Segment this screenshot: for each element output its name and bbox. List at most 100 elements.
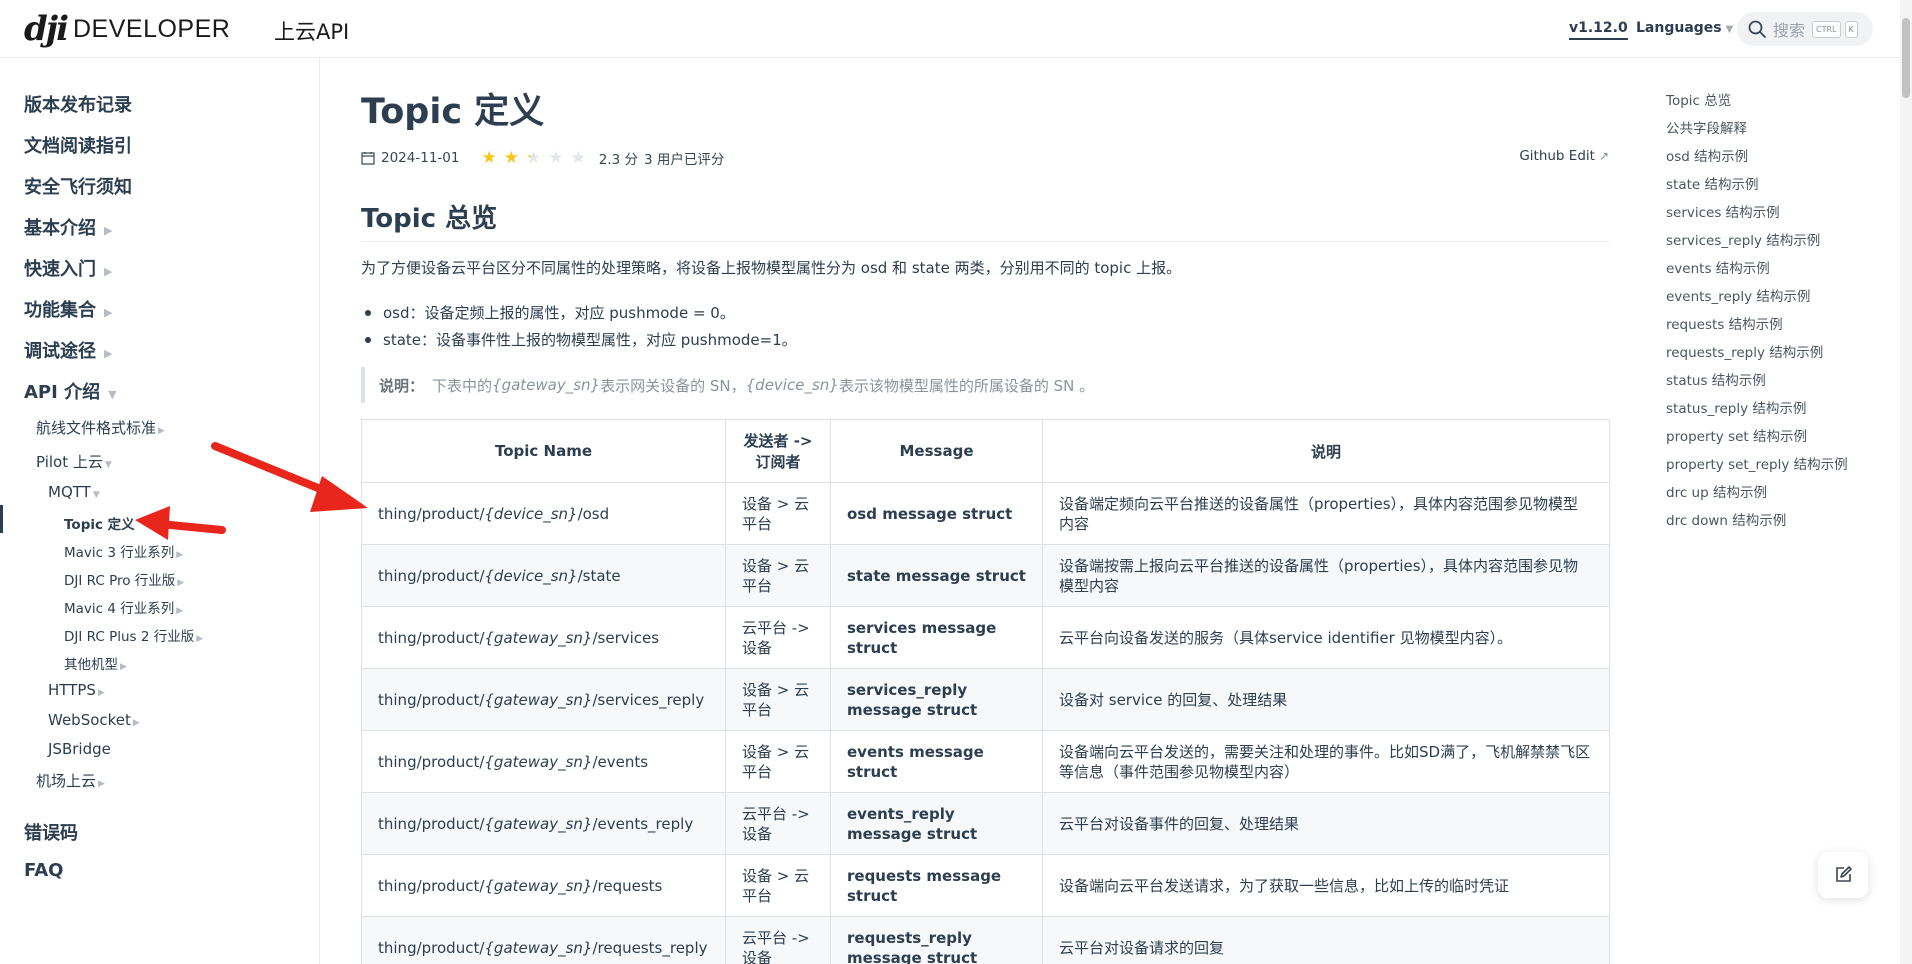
sidebar-item-mavic4[interactable]: Mavic 4 行业系列 ▶ [64, 597, 183, 617]
github-edit-link[interactable]: Github Edit ↗ [1519, 148, 1609, 164]
table-of-contents: Topic 总览 公共字段解释 osd 结构示例 state 结构示例 services… [1666, 90, 1848, 538]
sidebar-item-label: WebSocket [48, 711, 131, 729]
sidebar-item-label: HTTPS [48, 681, 96, 699]
toc-item[interactable]: osd 结构示例 [1666, 146, 1848, 174]
toc-item[interactable]: drc down 结构示例 [1666, 510, 1848, 538]
direction-cell: 设备 > 云平台 [725, 730, 831, 793]
note-text: 下表中的 [432, 376, 493, 395]
version-link[interactable]: v1.12.0 [1569, 20, 1628, 40]
list-item: state：设备事件性上报的物模型属性，对应 pushmode=1。 [361, 326, 797, 353]
toc-item[interactable]: requests_reply 结构示例 [1666, 342, 1848, 370]
toc-item[interactable]: services 结构示例 [1666, 202, 1848, 230]
sidebar-item-quick-start[interactable]: 快速入门 ▶ [24, 255, 112, 281]
toc-item[interactable]: state 结构示例 [1666, 174, 1848, 202]
section-title: Topic 总览 [361, 198, 1609, 242]
page-scrollbar[interactable] [1900, 0, 1912, 964]
direction-cell: 设备 > 云平台 [725, 668, 831, 731]
scrollbar-thumb[interactable] [1902, 18, 1910, 98]
note-block: 说明： 下表中的 {gateway_sn} 表示网关设备的 SN， {devic… [361, 367, 1609, 403]
message-cell[interactable]: requests_reply message struct [830, 916, 1043, 964]
toc-item[interactable]: property set_reply 结构示例 [1666, 454, 1848, 482]
message-cell[interactable]: services_reply message struct [830, 668, 1043, 731]
toc-item[interactable]: drc up 结构示例 [1666, 482, 1848, 510]
chevron-right-icon: ▶ [104, 265, 113, 278]
sidebar-item-reading-guide[interactable]: 文档阅读指引 [24, 132, 132, 158]
sidebar-item-release-notes[interactable]: 版本发布记录 [24, 91, 132, 117]
sidebar-item-label: 基本介绍 [24, 218, 96, 239]
header-direction: 发送者 -> 订阅者 [725, 419, 831, 483]
sidebar-item-error-codes[interactable]: 错误码 [24, 819, 78, 845]
toc-item[interactable]: events_reply 结构示例 [1666, 286, 1848, 314]
sidebar-item-rc-plus2[interactable]: DJI RC Plus 2 行业版 ▶ [64, 625, 203, 645]
toc-item[interactable]: services_reply 结构示例 [1666, 230, 1848, 258]
direction-cell: 设备 > 云平台 [725, 854, 831, 917]
toc-item[interactable]: Topic 总览 [1666, 90, 1848, 118]
sidebar-item-websocket[interactable]: WebSocket ▶ [48, 711, 140, 729]
cloud-api-link[interactable]: 上云API [274, 16, 349, 46]
header-description: 说明 [1042, 419, 1610, 483]
dji-developer-logo[interactable]: dji DEVELOPER [24, 12, 230, 46]
sidebar-item-pilot[interactable]: Pilot 上云 ▼ [36, 451, 112, 472]
chevron-right-icon: ▶ [98, 779, 105, 789]
active-indicator [0, 505, 3, 533]
languages-dropdown[interactable]: Languages ▼ [1636, 20, 1733, 36]
description-cell: 云平台向设备发送的服务（具体service identifier 见物模型内容）… [1042, 606, 1610, 669]
table-row: thing/product/{gateway_sn}/events 设备 > 云平… [361, 730, 1610, 793]
toc-item[interactable]: requests 结构示例 [1666, 314, 1848, 342]
languages-label: Languages [1636, 20, 1722, 36]
search-placeholder: 搜索 [1773, 21, 1806, 40]
star-icon[interactable]: ★ [504, 148, 519, 168]
direction-cell: 云平台 -> 设备 [725, 606, 831, 669]
toc-item[interactable]: events 结构示例 [1666, 258, 1848, 286]
toc-item[interactable]: 公共字段解释 [1666, 118, 1848, 146]
sidebar-item-mavic3[interactable]: Mavic 3 行业系列 ▶ [64, 541, 183, 561]
star-icon[interactable]: ★ [570, 148, 585, 168]
toc-item[interactable]: status_reply 结构示例 [1666, 398, 1848, 426]
sidebar-item-rc-pro[interactable]: DJI RC Pro 行业版 ▶ [64, 569, 184, 589]
star-icon[interactable]: ★ [526, 148, 541, 168]
sidebar-item-topic-definition[interactable]: Topic 定义 [64, 513, 135, 533]
direction-cell: 云平台 -> 设备 [725, 792, 831, 855]
description-cell: 设备对 service 的回复、处理结果 [1042, 668, 1610, 731]
topic-name-cell: thing/product/{gateway_sn}/requests [361, 854, 726, 917]
sidebar-item-dock[interactable]: 机场上云 ▶ [36, 770, 105, 791]
chevron-right-icon: ▶ [97, 688, 105, 698]
topic-name-cell: thing/product/{gateway_sn}/requests_repl… [361, 916, 726, 964]
message-cell[interactable]: events_reply message struct [830, 792, 1043, 855]
star-icon[interactable]: ★ [481, 148, 496, 168]
dji-logo-mark: dji [24, 9, 69, 49]
message-cell[interactable]: requests message struct [830, 854, 1043, 917]
sidebar-item-other-models[interactable]: 其他机型 ▶ [64, 653, 127, 673]
message-cell[interactable]: services message struct [830, 606, 1043, 669]
sidebar-item-flight-safety[interactable]: 安全飞行须知 [24, 173, 132, 199]
sidebar-item-label: 机场上云 [36, 772, 97, 790]
feedback-edit-button[interactable] [1818, 852, 1868, 898]
sidebar-item-api-intro[interactable]: API 介绍 ▼ [24, 378, 117, 404]
table-row: thing/product/{gateway_sn}/requests_repl… [361, 916, 1610, 964]
chevron-down-icon: ▼ [92, 490, 100, 500]
star-icon[interactable]: ★ [548, 148, 563, 168]
sidebar-item-features[interactable]: 功能集合 ▶ [24, 296, 112, 322]
chevron-down-icon: ▼ [104, 460, 112, 470]
sidebar-item-basic-intro[interactable]: 基本介绍 ▶ [24, 214, 112, 240]
note-var-device: {device_sn} [745, 376, 839, 394]
intro-paragraph: 为了方便设备云平台区分不同属性的处理策略，将设备上报物模型属性分为 osd 和 … [361, 259, 1182, 277]
toc-item[interactable]: status 结构示例 [1666, 370, 1848, 398]
toc-item[interactable]: property set 结构示例 [1666, 426, 1848, 454]
chevron-right-icon: ▶ [132, 718, 140, 728]
chevron-down-icon: ▼ [1725, 24, 1734, 35]
message-cell[interactable]: state message struct [830, 544, 1043, 607]
search-button[interactable]: 搜索 CTRL K [1737, 12, 1873, 46]
sidebar-item-https[interactable]: HTTPS ▶ [48, 681, 105, 699]
description-cell: 设备端向云平台发送请求，为了获取一些信息，比如上传的临时凭证 [1042, 854, 1610, 917]
topic-name-cell: thing/product/{device_sn}/state [361, 544, 726, 607]
github-edit-label: Github Edit [1519, 148, 1595, 164]
sidebar-item-jsbridge[interactable]: JSBridge [48, 740, 111, 758]
message-cell[interactable]: osd message struct [830, 482, 1043, 545]
rating-stars[interactable]: ★ ★ ★ ★ ★ [481, 148, 592, 168]
sidebar-item-faq[interactable]: FAQ [24, 860, 63, 881]
sidebar-item-wayline[interactable]: 航线文件格式标准 ▶ [36, 417, 165, 438]
message-cell[interactable]: events message struct [830, 730, 1043, 793]
sidebar-item-mqtt[interactable]: MQTT ▼ [48, 483, 100, 501]
sidebar-item-debug[interactable]: 调试途径 ▶ [24, 337, 112, 363]
